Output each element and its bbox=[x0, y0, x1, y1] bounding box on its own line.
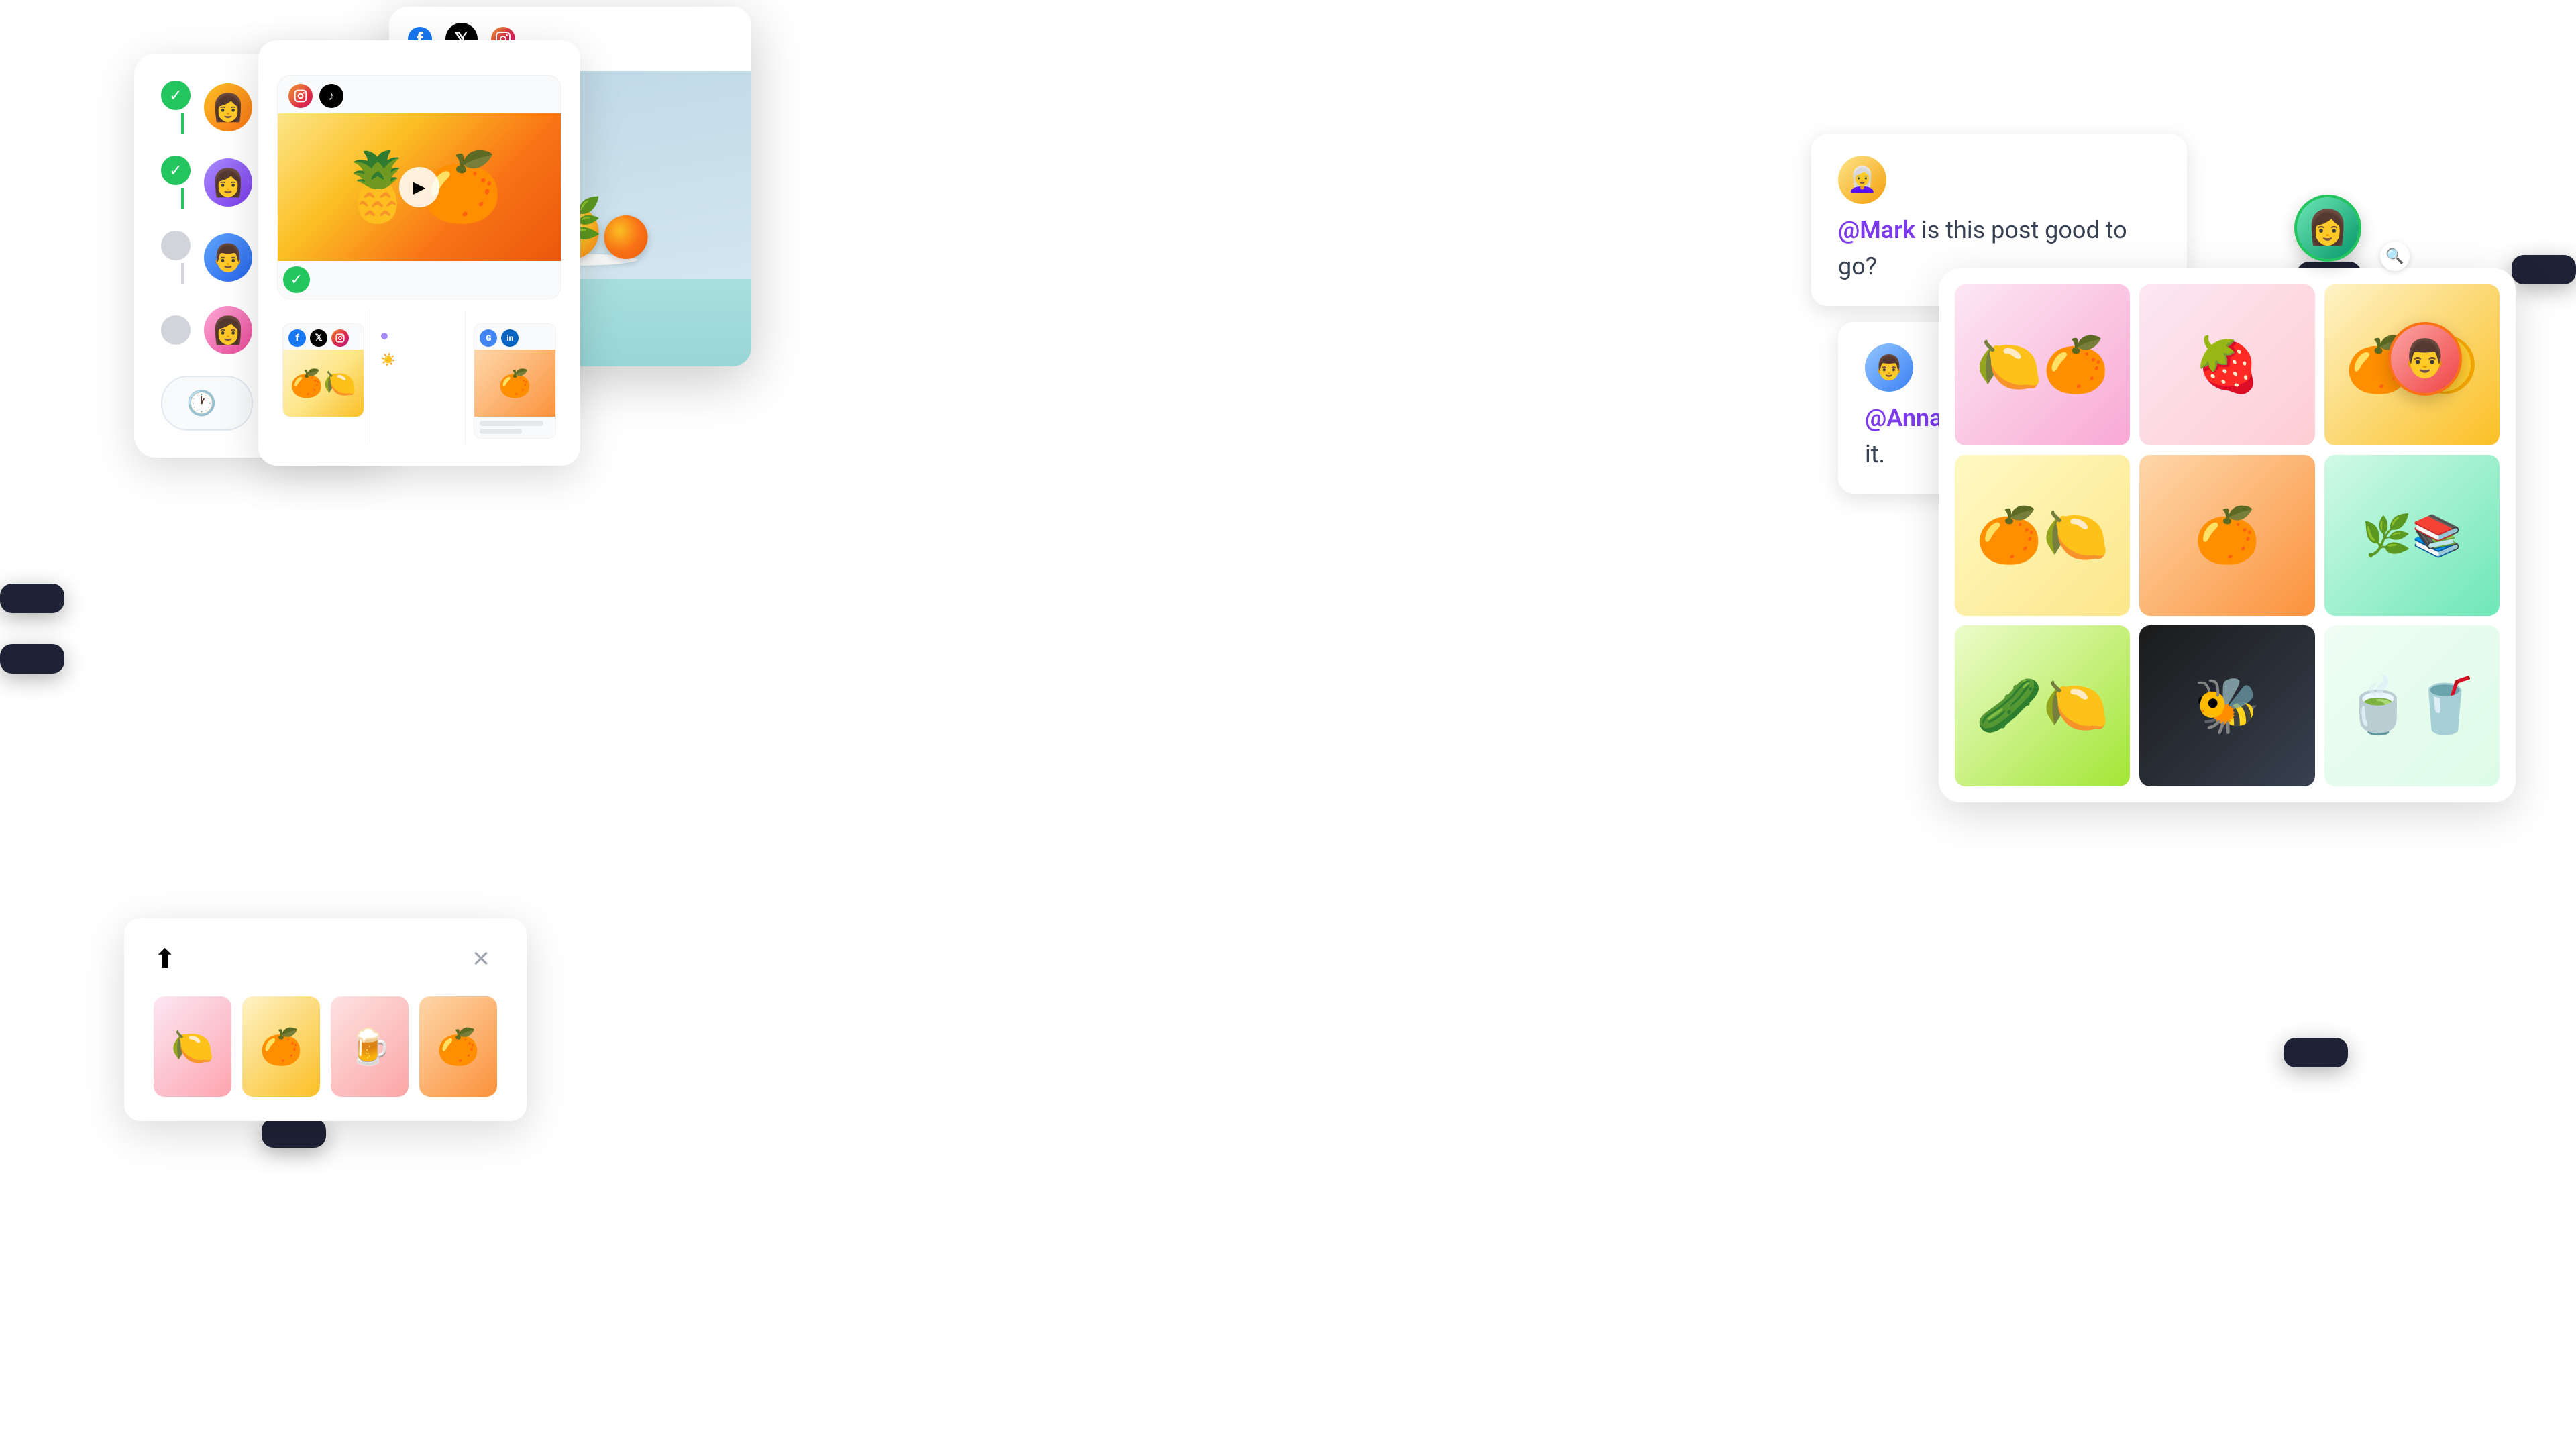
cross-company-collab-label bbox=[2512, 255, 2576, 284]
media-cell-9: 🍵🥤 bbox=[2324, 625, 2500, 786]
approvals-label bbox=[0, 584, 64, 613]
instagram-icon-cal bbox=[288, 84, 313, 108]
check-icon-anne bbox=[161, 315, 191, 345]
fb-icon-9: f bbox=[288, 329, 306, 347]
media-cell-7: 🥒🍋 bbox=[1955, 625, 2130, 786]
post-scheduled-badge: 🕐 bbox=[161, 376, 253, 431]
upload-thumb-4: 🍊 bbox=[419, 996, 497, 1097]
upload-title-row: ⬆ bbox=[154, 943, 187, 975]
avatar-samuel: 👨 bbox=[204, 233, 252, 282]
collab-avatar-2: 👨 bbox=[2388, 322, 2462, 396]
check-icon-samuel bbox=[161, 231, 191, 260]
media-cell-5: 🍊 bbox=[2139, 455, 2314, 616]
publishing-label bbox=[0, 644, 64, 674]
post-check-1: ✓ bbox=[283, 266, 310, 293]
li-icon-11: in bbox=[501, 329, 519, 347]
upload-media-card: ⬆ × 🍋 🍊 🍺 🍊 bbox=[124, 918, 527, 1121]
upload-close-button[interactable]: × bbox=[465, 943, 497, 975]
time-slot-1520: ☀️ bbox=[378, 348, 460, 369]
time-slot-1215 bbox=[378, 323, 460, 345]
calendar-post-1[interactable]: ♪ 🍍🍊 ▶ ✓ bbox=[277, 75, 561, 299]
upload-thumb-3: 🍺 bbox=[331, 996, 409, 1097]
upload-thumb-1: 🍋 bbox=[154, 996, 231, 1097]
avatar-mark: 👨 bbox=[1865, 343, 1913, 392]
avatar-anne: 👩 bbox=[204, 306, 252, 354]
media-cell-6: 🌿📚 bbox=[2324, 455, 2500, 616]
check-icon-ingrid: ✓ bbox=[161, 156, 191, 185]
collab-avatar-1: 👩 bbox=[2294, 195, 2361, 262]
media-cell-8: 🐝 bbox=[2139, 625, 2314, 786]
gg-icon-11: G bbox=[480, 329, 497, 347]
avatar-anna: 👩‍🦳 bbox=[1838, 156, 1886, 204]
avatar-ingrid: 👩 bbox=[204, 158, 252, 207]
tw-icon-9: 𝕏 bbox=[310, 329, 327, 347]
avatar-jack: 👩 bbox=[204, 83, 252, 131]
media-cell-4: 🍊🍋 bbox=[1955, 455, 2130, 616]
check-icon-jack: ✓ bbox=[161, 81, 191, 110]
tiktok-icon-cal: ♪ bbox=[319, 84, 343, 108]
search-icon-collab: 🔍 bbox=[2380, 242, 2410, 271]
ig-icon-9 bbox=[331, 329, 349, 347]
planning-card: ♪ 🍍🍊 ▶ ✓ f 𝕏 🍊🍋 bbox=[258, 40, 580, 466]
media-cell-2: 🍓 bbox=[2139, 284, 2314, 445]
upload-thumb-2: 🍊 bbox=[242, 996, 320, 1097]
media-library-label bbox=[262, 1118, 326, 1148]
multiple-views-label bbox=[2284, 1038, 2348, 1067]
media-cell-1: 🍋🍊 bbox=[1955, 284, 2130, 445]
